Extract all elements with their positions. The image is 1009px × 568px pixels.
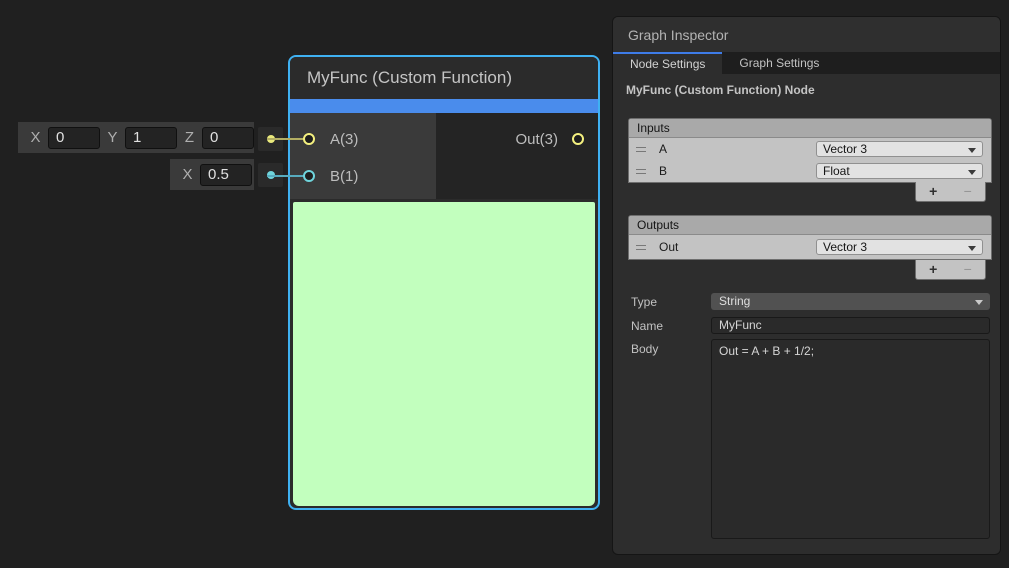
outputs-list-header: Outputs [629, 216, 991, 235]
inputs-list-footer: + − [915, 182, 986, 202]
field-label-z: Z [184, 129, 195, 146]
add-input-button[interactable]: + [916, 182, 951, 201]
input-name: B [659, 164, 667, 178]
port-b-icon[interactable] [303, 170, 315, 182]
input-a-type-dropdown[interactable]: Vector 3 [816, 141, 983, 157]
input-name: A [659, 142, 667, 156]
chevron-down-icon [968, 170, 976, 175]
node-preview-surface[interactable] [293, 202, 595, 506]
type-dropdown[interactable]: String [711, 293, 990, 310]
node-title[interactable]: MyFunc (Custom Function) [290, 57, 598, 99]
vector-y-input[interactable]: 1 [125, 127, 177, 149]
node-outputs-panel: Out(3) [436, 113, 598, 199]
dropdown-value: Vector 3 [823, 142, 867, 156]
chevron-down-icon [968, 246, 976, 251]
outputs-list-footer: + − [915, 260, 986, 280]
tab-label: Graph Settings [739, 56, 819, 70]
port-out-icon[interactable] [572, 133, 584, 145]
tab-graph-settings[interactable]: Graph Settings [722, 52, 836, 74]
dropdown-value: Float [823, 164, 850, 178]
vector-x-input[interactable]: 0 [48, 127, 100, 149]
shader-graph-canvas[interactable]: X 0 Y 1 Z 0 X 0.5 MyFunc (Custom Functio… [0, 0, 1009, 568]
add-output-button[interactable]: + [916, 260, 951, 279]
remove-input-button[interactable]: − [951, 182, 986, 201]
drag-handle-icon[interactable] [636, 245, 646, 250]
name-input[interactable]: MyFunc [711, 317, 990, 334]
node-color-bar [290, 99, 598, 113]
node-inputs-panel: A(3) B(1) [290, 113, 436, 199]
field-label-x: X [30, 129, 41, 146]
drag-handle-icon[interactable] [636, 147, 646, 152]
port-label-out: Out(3) [515, 131, 558, 148]
port-label-a: A(3) [330, 131, 358, 148]
dropdown-value: String [719, 294, 750, 308]
input-row-a[interactable]: A Vector 3 [629, 138, 991, 160]
inputs-list: Inputs A Vector 3 B Float [628, 118, 992, 183]
selected-node-heading: MyFunc (Custom Function) Node [626, 83, 815, 97]
port-a-icon[interactable] [303, 133, 315, 145]
inspector-tabstrip: Node Settings Graph Settings [613, 52, 1000, 74]
float-x-input[interactable]: 0.5 [200, 164, 252, 186]
remove-output-button[interactable]: − [951, 260, 986, 279]
body-textarea[interactable]: Out = A + B + 1/2; [711, 339, 990, 539]
node-port-area: A(3) B(1) Out(3) [290, 113, 598, 199]
tab-label: Node Settings [630, 57, 705, 71]
field-label-x: X [182, 166, 193, 183]
tab-node-settings[interactable]: Node Settings [613, 52, 722, 74]
input-row-b[interactable]: B Float [629, 160, 991, 182]
vector-z-input[interactable]: 0 [202, 127, 254, 149]
input-b-type-dropdown[interactable]: Float [816, 163, 983, 179]
body-label: Body [631, 342, 658, 356]
output-row-out[interactable]: Out Vector 3 [629, 235, 991, 259]
name-label: Name [631, 319, 663, 333]
graph-inspector-panel: Graph Inspector Node Settings Graph Sett… [612, 16, 1001, 555]
dropdown-value: Vector 3 [823, 240, 867, 254]
output-name: Out [659, 240, 678, 254]
port-label-b: B(1) [330, 168, 358, 185]
outputs-list: Outputs Out Vector 3 [628, 215, 992, 260]
inputs-list-header: Inputs [629, 119, 991, 138]
output-type-dropdown[interactable]: Vector 3 [816, 239, 983, 255]
vector3-default-widget: X 0 Y 1 Z 0 [18, 122, 254, 153]
panel-title: Graph Inspector [613, 17, 1000, 52]
type-label: Type [631, 295, 657, 309]
drag-handle-icon[interactable] [636, 169, 646, 174]
chevron-down-icon [968, 148, 976, 153]
chevron-down-icon [975, 300, 983, 305]
custom-function-node[interactable]: MyFunc (Custom Function) A(3) B(1) Out(3… [288, 55, 600, 510]
field-label-y: Y [107, 129, 118, 146]
float-default-widget: X 0.5 [170, 159, 254, 190]
